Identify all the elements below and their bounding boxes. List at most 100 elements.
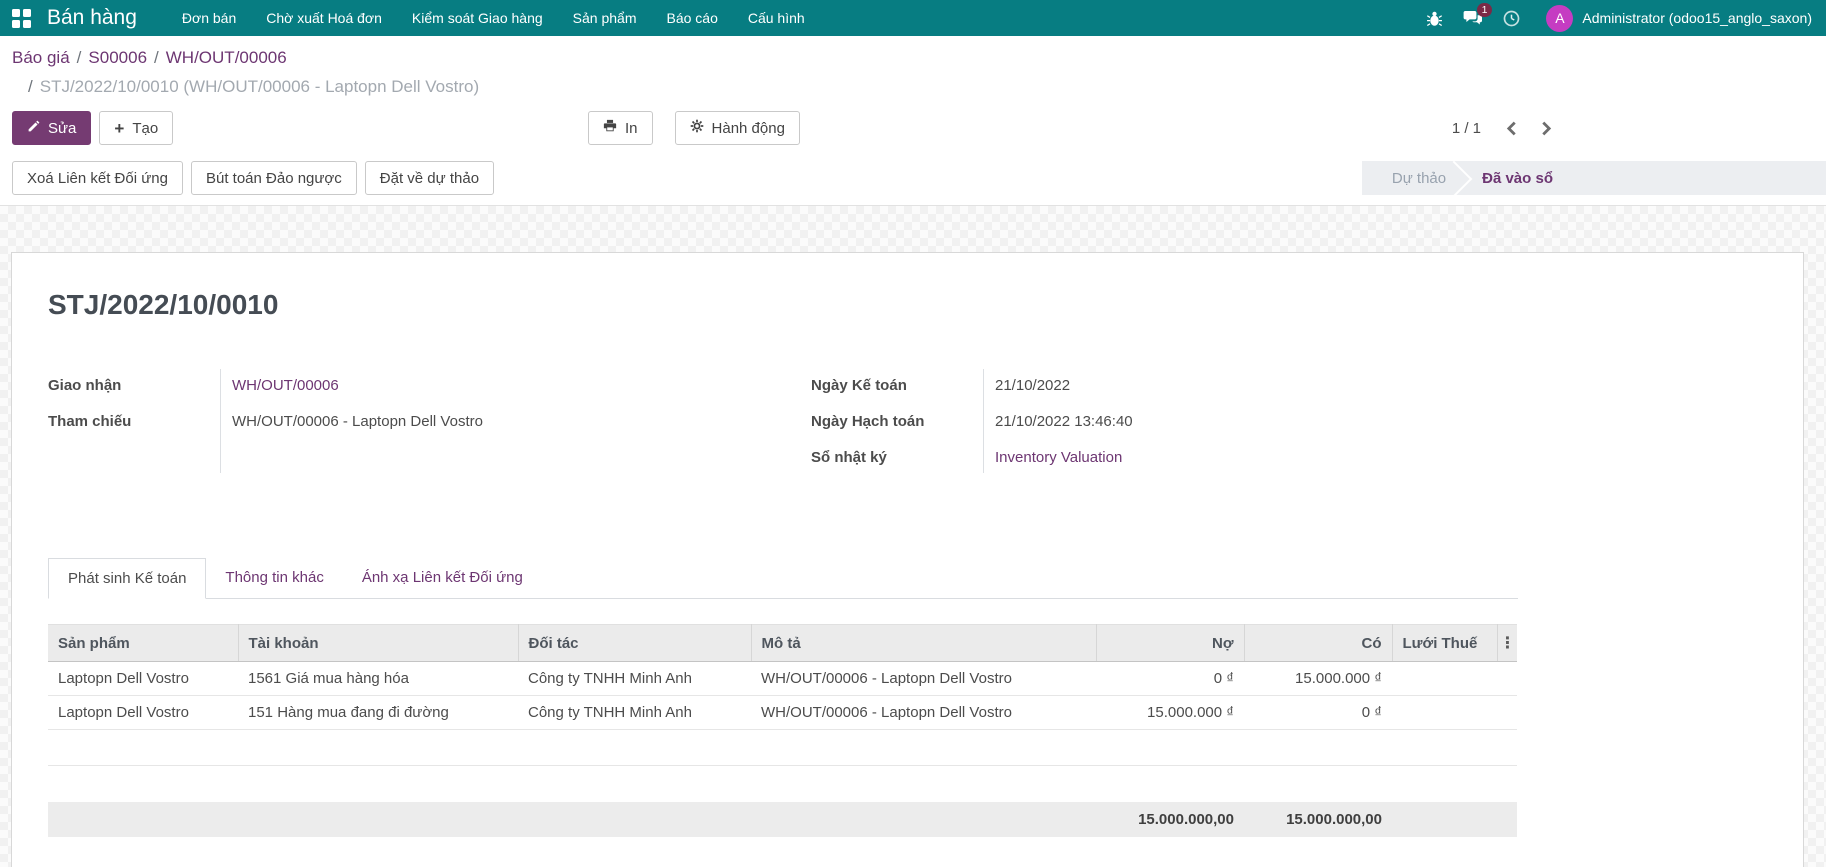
field-so-nhat-ky: Sổ nhật ký Inventory Valuation <box>811 439 1518 475</box>
header-label[interactable]: Mô tả <box>751 625 1096 662</box>
activities-clock-icon[interactable] <box>1503 10 1520 27</box>
reset-to-draft-button[interactable]: Đặt về dự thảo <box>365 161 494 195</box>
breadcrumb-separator: / <box>77 48 82 67</box>
menu-bao-cao[interactable]: Báo cáo <box>651 0 732 36</box>
gear-icon <box>690 119 704 137</box>
total-credit: 15.000.000,00 <box>1244 802 1392 837</box>
pencil-icon <box>27 120 40 137</box>
tab-journal-items[interactable]: Phát sinh Kế toán <box>48 558 206 599</box>
cell-account: 1561 Giá mua hàng hóa <box>238 662 518 696</box>
field-ngay-ke-toan: Ngày Kế toán 21/10/2022 <box>811 367 1518 403</box>
form-sheet: STJ/2022/10/0010 Giao nhận WH/OUT/00006 … <box>11 252 1804 867</box>
table-row[interactable]: Laptopn Dell Vostro 151 Hàng mua đang đi… <box>48 696 1517 730</box>
status-arrow-icon <box>1446 161 1482 195</box>
print-button[interactable]: In <box>588 111 653 145</box>
field-giao-nhan: Giao nhận WH/OUT/00006 <box>48 367 755 403</box>
control-panel: Báo giá / S00006 / WH/OUT/00006 / STJ/2022/10… <box>0 36 1826 157</box>
delete-reconciliation-button[interactable]: Xoá Liên kết Đối ứng <box>12 161 183 195</box>
cell-tax-grid <box>1392 662 1497 696</box>
breadcrumb-bao-gia[interactable]: Báo giá <box>12 48 70 67</box>
field-label: Tham chiếu <box>48 413 220 430</box>
accounting-date-value: 21/10/2022 <box>983 377 1070 394</box>
form-background: STJ/2022/10/0010 Giao nhận WH/OUT/00006 … <box>0 206 1826 867</box>
field-label: Giao nhận <box>48 377 220 394</box>
table-row[interactable]: Laptopn Dell Vostro 1561 Giá mua hàng hó… <box>48 662 1517 696</box>
user-name: Administrator (odoo15_anglo_saxon) <box>1582 10 1812 26</box>
breadcrumb-separator: / <box>154 48 159 67</box>
column-options-icon[interactable]: ⋮ <box>1500 635 1516 652</box>
toolbar: Sửa + Tạo In Hành động 1 / 1 <box>12 111 1553 145</box>
breadcrumb-separator: / <box>28 77 33 96</box>
table-header-row: Sản phẩm Tài khoản Đối tác Mô tả Nợ Có L… <box>48 625 1517 662</box>
header-debit[interactable]: Nợ <box>1096 625 1244 662</box>
debug-bug-icon[interactable] <box>1426 10 1443 27</box>
cell-debit: 0 ₫ <box>1096 662 1244 696</box>
field-label: Ngày Hạch toán <box>811 413 983 430</box>
pager-value: 1 / 1 <box>1452 120 1481 137</box>
header-partner[interactable]: Đối tác <box>518 625 751 662</box>
create-button[interactable]: + Tạo <box>99 111 173 145</box>
printer-icon <box>603 119 617 137</box>
menu-cho-xuat-hoa-don[interactable]: Chờ xuất Hoá đơn <box>251 0 397 36</box>
edit-button[interactable]: Sửa <box>12 111 91 145</box>
tab-reconciliation-mapping[interactable]: Ánh xạ Liên kết Đối ứng <box>343 558 542 599</box>
cell-label: WH/OUT/00006 - Laptopn Dell Vostro <box>751 696 1096 730</box>
field-label: Sổ nhật ký <box>811 449 983 466</box>
breadcrumb: Báo giá / S00006 / WH/OUT/00006 <box>12 47 1553 69</box>
main-menu: Đơn bán Chờ xuất Hoá đơn Kiểm soát Giao … <box>167 0 820 36</box>
menu-don-ban[interactable]: Đơn bán <box>167 0 251 36</box>
header-product[interactable]: Sản phẩm <box>48 625 238 662</box>
delivery-link[interactable]: WH/OUT/00006 <box>232 377 339 394</box>
top-navbar: Bán hàng Đơn bán Chờ xuất Hoá đơn Kiểm s… <box>0 0 1826 36</box>
action-button[interactable]: Hành động <box>675 111 800 145</box>
field-tham-chieu: Tham chiếu WH/OUT/00006 - Laptopn Dell V… <box>48 403 755 439</box>
breadcrumb-current: STJ/2022/10/0010 (WH/OUT/00006 - Laptopn… <box>40 77 479 96</box>
cell-credit: 15.000.000 ₫ <box>1244 662 1392 696</box>
page-title: STJ/2022/10/0010 <box>48 289 1518 321</box>
field-groups: Giao nhận WH/OUT/00006 Tham chiếu WH/OUT… <box>48 367 1518 475</box>
field-group-right: Ngày Kế toán 21/10/2022 Ngày Hạch toán 2… <box>811 367 1518 475</box>
journal-items-table: Sản phẩm Tài khoản Đối tác Mô tả Nợ Có L… <box>48 624 1518 837</box>
table-totals-row: 15.000.000,00 15.000.000,00 <box>48 802 1517 837</box>
breadcrumb-current-line: / STJ/2022/10/0010 (WH/OUT/00006 - Laptop… <box>12 76 1553 98</box>
pager-previous-icon[interactable] <box>1505 121 1518 136</box>
cell-label: WH/OUT/00006 - Laptopn Dell Vostro <box>751 662 1096 696</box>
cell-debit: 15.000.000 ₫ <box>1096 696 1244 730</box>
total-debit: 15.000.000,00 <box>1096 802 1244 837</box>
cell-credit: 0 ₫ <box>1244 696 1392 730</box>
table-empty-row <box>48 730 1517 766</box>
statusbar: Dự thảo Đã vào sổ <box>1362 161 1826 195</box>
tab-other-info[interactable]: Thông tin khác <box>206 558 342 599</box>
systray: 1 A Administrator (odoo15_anglo_saxon) <box>1426 5 1812 32</box>
apps-grid-icon[interactable] <box>12 9 31 28</box>
field-ngay-hach-toan: Ngày Hạch toán 21/10/2022 13:46:40 <box>811 403 1518 439</box>
notebook-tabs: Phát sinh Kế toán Thông tin khác Ánh xạ … <box>48 557 1518 599</box>
field-group-left: Giao nhận WH/OUT/00006 Tham chiếu WH/OUT… <box>48 367 755 475</box>
cell-partner: Công ty TNHH Minh Anh <box>518 662 751 696</box>
pager: 1 / 1 <box>1452 120 1553 137</box>
cell-tax-grid <box>1392 696 1497 730</box>
header-account[interactable]: Tài khoản <box>238 625 518 662</box>
cell-product: Laptopn Dell Vostro <box>48 662 238 696</box>
messages-icon[interactable]: 1 <box>1463 10 1483 27</box>
menu-san-pham[interactable]: Sản phẩm <box>558 0 652 36</box>
app-brand[interactable]: Bán hàng <box>47 6 137 30</box>
notification-badge: 1 <box>1477 3 1493 18</box>
posting-date-value: 21/10/2022 13:46:40 <box>983 413 1133 430</box>
menu-cau-hinh[interactable]: Cấu hình <box>733 0 820 36</box>
header-credit[interactable]: Có <box>1244 625 1392 662</box>
menu-kiem-soat-giao-hang[interactable]: Kiểm soát Giao hàng <box>397 0 558 36</box>
journal-link[interactable]: Inventory Valuation <box>995 449 1122 466</box>
pager-next-icon[interactable] <box>1540 121 1553 136</box>
header-tax-grid[interactable]: Lưới Thuế <box>1392 625 1497 662</box>
status-draft[interactable]: Dự thảo <box>1392 170 1446 187</box>
actions-bar: Xoá Liên kết Đối ứng Bút toán Đảo ngược … <box>0 157 1826 206</box>
cell-account: 151 Hàng mua đang đi đường <box>238 696 518 730</box>
breadcrumb-s00006[interactable]: S00006 <box>88 48 147 67</box>
user-menu[interactable]: A Administrator (odoo15_anglo_saxon) <box>1546 5 1812 32</box>
breadcrumb-wh-out[interactable]: WH/OUT/00006 <box>166 48 287 67</box>
reverse-entry-button[interactable]: Bút toán Đảo ngược <box>191 161 357 195</box>
avatar: A <box>1546 5 1573 32</box>
status-posted[interactable]: Đã vào sổ <box>1482 170 1553 187</box>
cell-partner: Công ty TNHH Minh Anh <box>518 696 751 730</box>
